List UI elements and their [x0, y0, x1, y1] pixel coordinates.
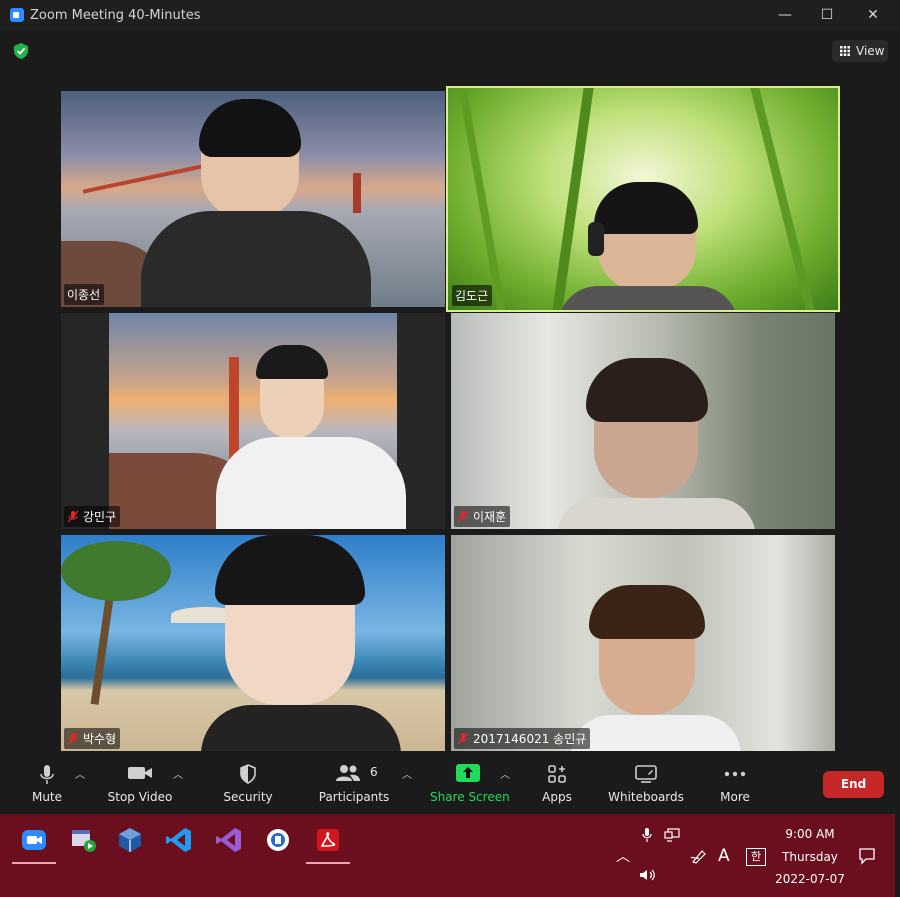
video-tile[interactable]: 이재훈 — [451, 313, 835, 529]
participant-name: 이재훈 — [473, 510, 507, 524]
video-tile-active-speaker[interactable]: 김도근 — [446, 86, 840, 312]
ime-hangul-indicator[interactable]: 한 — [746, 848, 766, 866]
palm-leaves — [61, 541, 171, 601]
participant-video — [556, 358, 756, 529]
share-options-caret-icon[interactable]: ︿ — [500, 766, 510, 781]
whiteboards-button[interactable]: Whiteboards — [606, 752, 686, 814]
mute-button[interactable]: Mute — [17, 752, 77, 814]
participant-name: 이종선 — [67, 288, 101, 302]
participant-name: 2017146021 송민규 — [473, 732, 587, 746]
show-hidden-icons-chevron-icon[interactable]: ︿ — [616, 846, 630, 866]
video-tile[interactable]: 이종선 — [61, 91, 445, 307]
participant-nametag: 2017146021 송민규 — [454, 728, 591, 749]
apps-button[interactable]: Apps — [532, 752, 582, 814]
taskbar-visual-studio-icon[interactable] — [213, 824, 245, 856]
whiteboards-label: Whiteboards — [608, 790, 684, 804]
maximize-button[interactable]: ☐ — [804, 0, 850, 31]
volume-icon[interactable] — [639, 868, 657, 882]
encryption-shield-icon[interactable] — [12, 42, 30, 60]
pen-menu-icon[interactable] — [690, 848, 708, 864]
apps-icon — [548, 765, 566, 783]
microphone-icon — [40, 765, 54, 784]
participant-video — [571, 585, 741, 751]
participant-nametag: 김도근 — [452, 285, 493, 306]
muted-mic-icon — [67, 732, 79, 745]
view-button[interactable]: View — [832, 40, 888, 62]
participants-options-caret-icon[interactable]: ︿ — [402, 766, 412, 781]
mute-label: Mute — [31, 790, 63, 804]
window-title: Zoom Meeting 40-Minutes — [30, 8, 201, 23]
taskbar-vscode-icon[interactable] — [163, 824, 195, 856]
headphones — [588, 222, 604, 256]
muted-mic-icon — [67, 510, 79, 523]
audio-options-caret-icon[interactable]: ︿ — [75, 766, 85, 781]
grid-icon — [840, 46, 850, 56]
minimize-button[interactable]: — — [762, 0, 808, 31]
clock-time[interactable]: 9:00 AM — [778, 827, 842, 841]
taskbar-sandbox-icon[interactable] — [68, 824, 100, 856]
zoom-window: Zoom Meeting 40-Minutes — ☐ ✕ View 이종선 김… — [0, 0, 900, 814]
close-button[interactable]: ✕ — [850, 0, 896, 31]
apps-label: Apps — [542, 790, 572, 804]
clock-day[interactable]: Thursday — [778, 850, 842, 864]
video-camera-icon — [128, 767, 152, 779]
participant-video — [141, 99, 371, 307]
video-tile[interactable]: 2017146021 송민규 — [451, 535, 835, 751]
participant-video — [558, 182, 738, 310]
participants-button[interactable]: 6 Participants — [318, 752, 390, 814]
taskbar-virtualbox-icon[interactable] — [114, 824, 146, 856]
security-label: Security — [223, 790, 273, 804]
notification-center-icon[interactable] — [858, 847, 876, 865]
participants-count: 6 — [370, 765, 378, 779]
more-ellipsis-icon — [724, 771, 746, 777]
participants-icon — [336, 765, 360, 781]
taskbar-hwp-icon[interactable] — [262, 824, 294, 856]
participant-name: 박수형 — [83, 732, 117, 746]
participant-nametag: 강민구 — [64, 506, 121, 527]
clock-date[interactable]: 2022-07-07 — [774, 872, 846, 886]
share-screen-icon — [456, 764, 480, 782]
more-label: More — [720, 790, 750, 804]
stop-video-label: Stop Video — [107, 790, 173, 804]
zoom-app-icon — [10, 8, 24, 22]
video-options-caret-icon[interactable]: ︿ — [173, 766, 183, 781]
video-tile[interactable]: 박수형 — [61, 535, 445, 751]
microphone-in-use-icon[interactable] — [642, 827, 652, 843]
taskbar-zoom-icon[interactable] — [12, 824, 56, 864]
participant-nametag: 이재훈 — [454, 506, 511, 527]
video-tile[interactable]: 강민구 — [61, 313, 445, 529]
more-button[interactable]: More — [710, 752, 760, 814]
participant-video — [216, 345, 406, 529]
title-bar: Zoom Meeting 40-Minutes — ☐ ✕ — [0, 0, 900, 31]
share-screen-button[interactable]: Share Screen — [430, 752, 510, 814]
share-screen-label: Share Screen — [430, 790, 510, 804]
taskbar-acrobat-icon[interactable] — [306, 824, 350, 864]
participants-label: Participants — [318, 790, 390, 804]
stop-video-button[interactable]: Stop Video — [105, 752, 175, 814]
security-button[interactable]: Security — [218, 752, 278, 814]
participant-name: 김도근 — [455, 289, 489, 303]
end-meeting-button[interactable]: End — [823, 771, 884, 798]
participant-name: 강민구 — [83, 510, 117, 524]
muted-mic-icon — [457, 510, 469, 523]
participant-nametag: 박수형 — [64, 728, 121, 749]
cap — [256, 345, 328, 379]
muted-mic-icon — [457, 732, 469, 745]
participant-video — [201, 535, 401, 751]
windows-taskbar: ︿ A 한 9:00 AM Thursday 2022-07-07 — [0, 814, 900, 897]
whiteboard-icon — [635, 765, 657, 783]
network-icon[interactable] — [664, 828, 680, 842]
participant-nametag: 이종선 — [64, 284, 105, 305]
meeting-toolbar: Mute ︿ Stop Video ︿ Security 6 Participa… — [0, 752, 900, 814]
bridge-tower — [353, 173, 361, 213]
ime-input-indicator[interactable]: A — [718, 846, 730, 866]
view-label: View — [856, 44, 885, 58]
security-shield-icon — [240, 764, 256, 784]
scrollbar — [895, 814, 900, 897]
